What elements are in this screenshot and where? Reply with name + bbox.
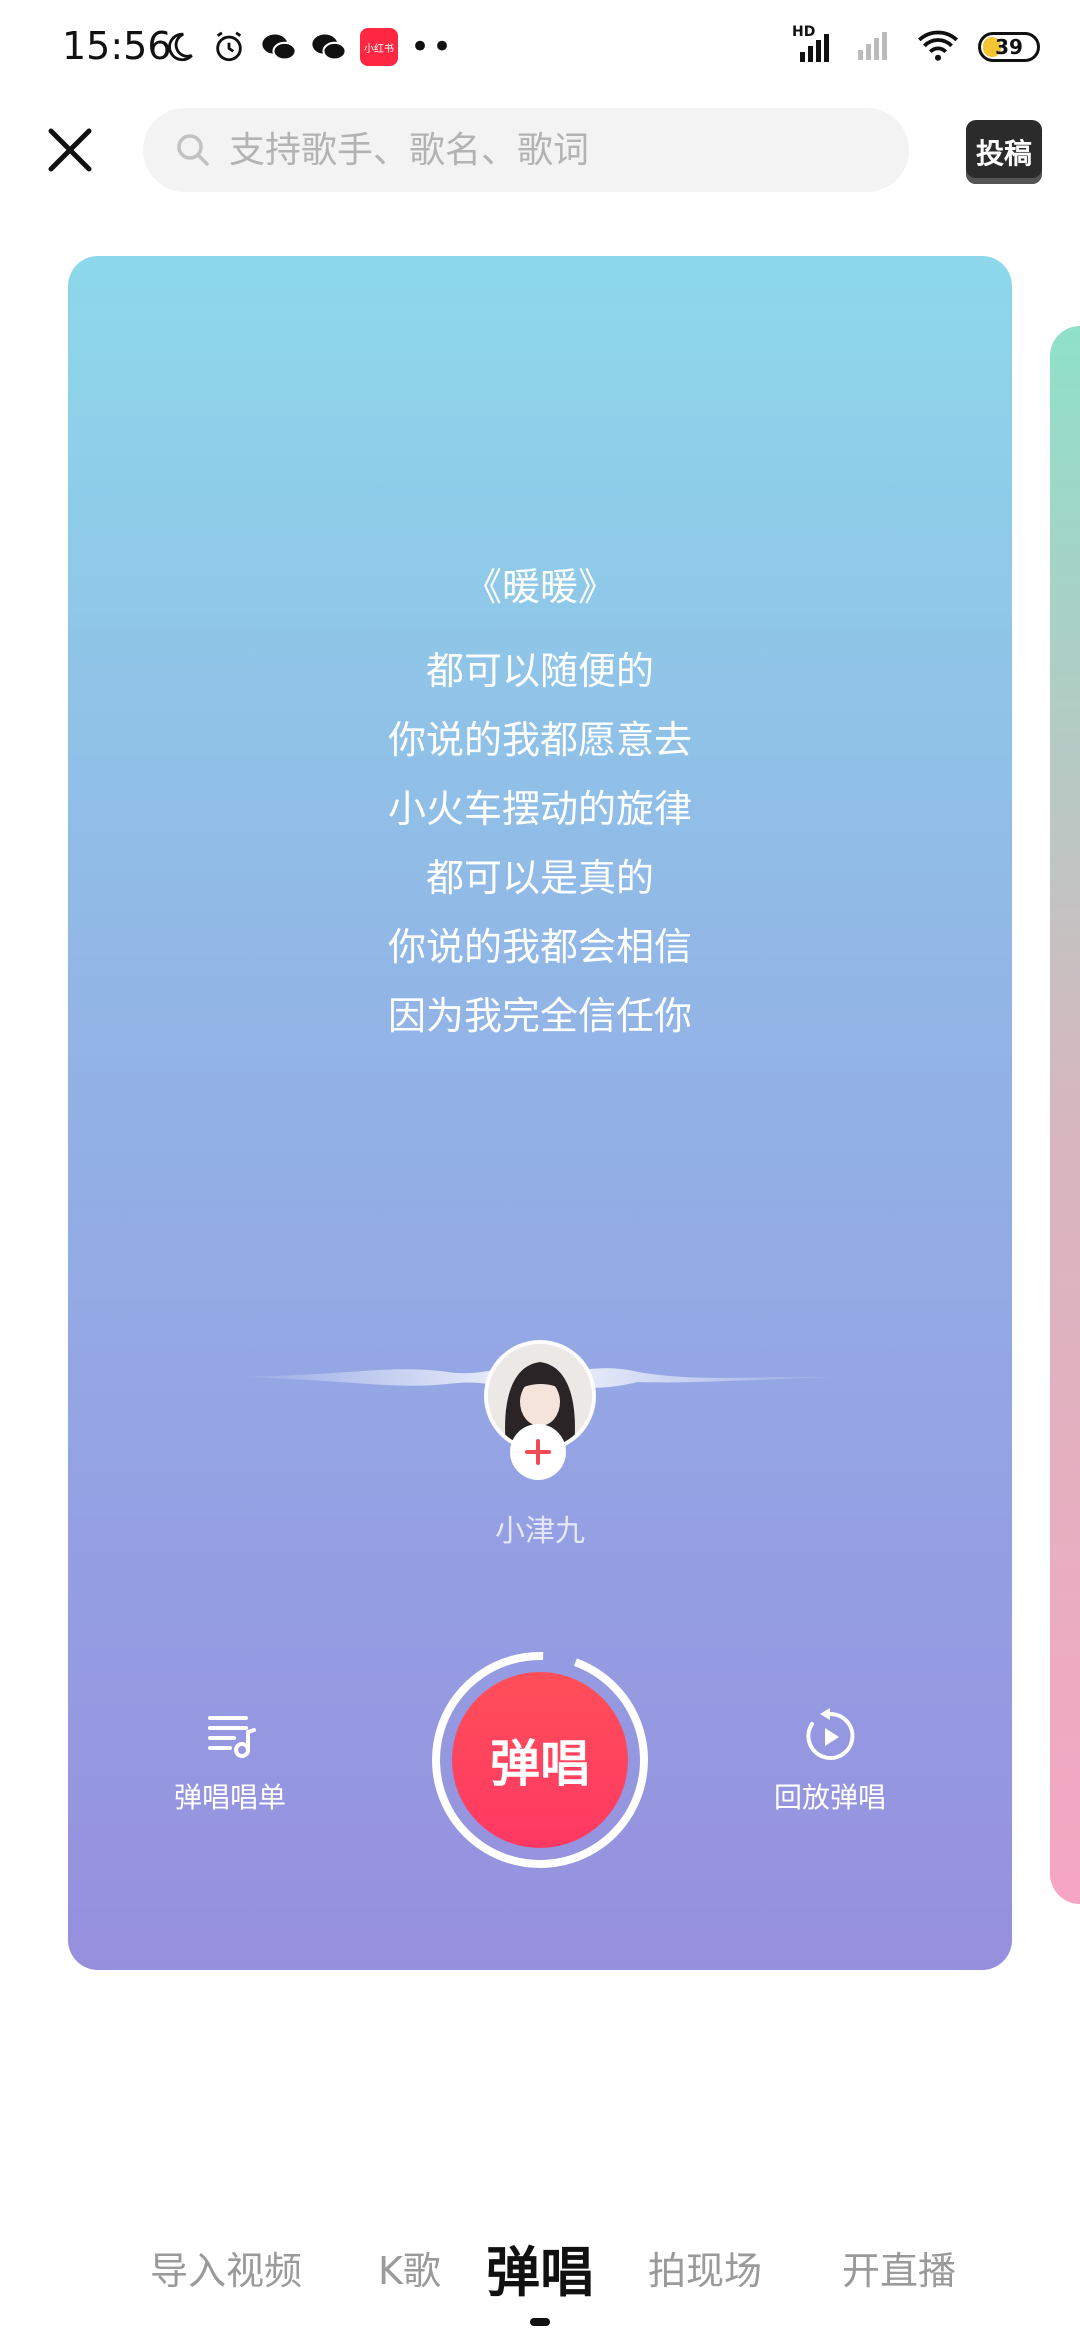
username[interactable]: 小津九 <box>68 1506 1012 1550</box>
tab-import-video[interactable]: 导入视频 <box>150 2240 302 2295</box>
active-tab-indicator <box>530 2318 550 2326</box>
close-button[interactable] <box>40 120 100 180</box>
song-card: 《暖暖》 都可以随便的 你说的我都愿意去 小火车摆动的旋律 都可以是真的 你说的… <box>68 256 1012 1970</box>
lyric-line: 你说的我都会相信 <box>387 925 692 969</box>
wifi-icon <box>916 28 960 66</box>
search-icon <box>177 134 209 166</box>
xiaohongshu-icon: 小红书 <box>360 28 398 66</box>
notification-icons: 小红书 •• <box>160 28 454 66</box>
lyric-line: 都可以随便的 <box>425 649 654 693</box>
lyric-line: 你说的我都愿意去 <box>387 718 692 762</box>
sing-button[interactable]: 弹唱 <box>452 1672 628 1848</box>
status-time: 15:56 <box>62 24 172 68</box>
playlist-button[interactable]: 弹唱唱单 <box>130 1706 330 1816</box>
close-icon <box>48 128 92 172</box>
tab-karaoke[interactable]: K歌 <box>378 2240 441 2295</box>
more-notifications-icon: •• <box>410 27 455 67</box>
lyric-line: 小火车摆动的旋律 <box>387 787 692 831</box>
lyrics-block: 《暖暖》 都可以随便的 你说的我都愿意去 小火车摆动的旋律 都可以是真的 你说的… <box>68 556 1012 1051</box>
lyric-line: 因为我完全信任你 <box>387 994 692 1038</box>
battery-icon: 39 <box>978 32 1040 62</box>
wechat-icon <box>260 28 298 66</box>
replay-button[interactable]: 回放弹唱 <box>730 1706 930 1816</box>
signal-weak-icon <box>854 28 898 66</box>
replay-icon <box>806 1708 855 1760</box>
moon-icon <box>160 28 198 66</box>
replay-label: 回放弹唱 <box>773 1781 886 1814</box>
follow-button[interactable] <box>510 1424 566 1480</box>
search-bar[interactable] <box>143 108 909 192</box>
network-label: HD <box>792 24 816 40</box>
tab-go-live[interactable]: 开直播 <box>842 2240 956 2295</box>
system-icons: HD 39 <box>792 24 1040 66</box>
lyric-line: 都可以是真的 <box>425 856 654 900</box>
alarm-icon <box>210 28 248 66</box>
next-card-preview[interactable] <box>1050 326 1080 1904</box>
playlist-label: 弹唱唱单 <box>173 1781 286 1814</box>
mode-tabs: 导入视频 K歌 弹唱 拍现场 开直播 <box>0 2240 1080 2304</box>
status-bar: 15:56 小红书 •• HD 39 <box>0 0 1080 100</box>
plus-icon <box>525 1439 551 1465</box>
submit-button[interactable]: 投稿 <box>966 120 1042 184</box>
wechat-icon-2 <box>310 28 348 66</box>
signal-icon: HD <box>792 24 836 64</box>
song-title: 《暖暖》 <box>463 565 616 609</box>
tab-live-shoot[interactable]: 拍现场 <box>648 2240 762 2295</box>
search-input[interactable] <box>227 128 831 172</box>
song-list-icon <box>208 1716 256 1758</box>
tab-sing-play[interactable]: 弹唱 <box>486 2228 594 2307</box>
